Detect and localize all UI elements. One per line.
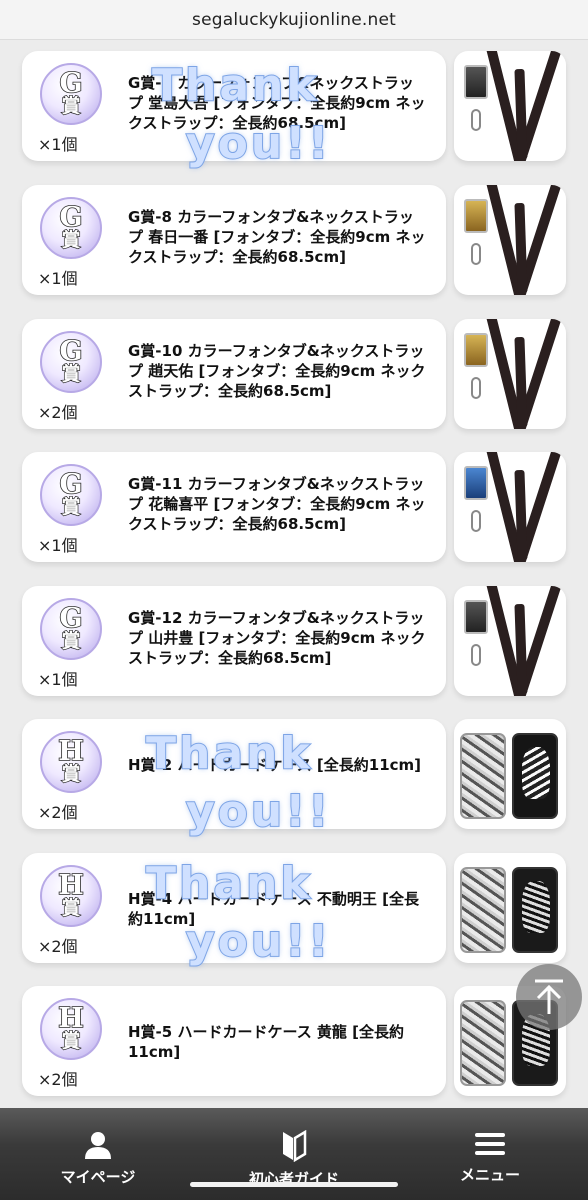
prize-title: G賞-12 カラーフォンタブ&ネックストラップ 山井豊 [フォンタブ：全長約9c…	[128, 609, 426, 667]
prize-card[interactable]: H 賞 ×2個 H賞-5 ハードカードケース 黄龍 [全長約11cm]	[22, 986, 446, 1096]
lanyard-image	[454, 51, 566, 161]
grade-suffix: 賞	[61, 763, 81, 785]
nav-label: マイページ	[60, 1168, 136, 1186]
nav-label: メニュー	[459, 1166, 520, 1184]
card-case-image	[460, 867, 506, 953]
list-item[interactable]: H 賞 ×2個 H賞-4 ハードカードケース 不動明王 [全長約11cm]	[22, 853, 566, 963]
prize-title: G賞-10 カラーフォンタブ&ネックストラップ 趙天佑 [フォンタブ：全長約9c…	[128, 342, 426, 400]
browser-url-bar[interactable]: segaluckykujionline.net	[0, 0, 588, 40]
prize-thumbnail[interactable]	[454, 586, 566, 696]
quantity: ×1個	[38, 670, 78, 689]
quantity: ×2個	[38, 937, 78, 956]
prize-title: H賞-5 ハードカードケース 黄龍 [全長約11cm]	[128, 1023, 404, 1061]
grade-letter: H	[57, 1003, 84, 1034]
list-item[interactable]: H 賞 ×2個 H賞-2 ハードカードケース [全長約11cm]	[22, 719, 566, 829]
lanyard-image	[454, 586, 566, 696]
prize-card[interactable]: H 賞 ×2個 H賞-2 ハードカードケース [全長約11cm]	[22, 719, 446, 829]
grade-letter: H	[57, 736, 84, 767]
list-item[interactable]: G 賞 ×1個 G賞-8 カラーフォンタブ&ネックストラップ 春日一番 [フォン…	[22, 185, 566, 295]
prize-title: G賞-4 カラーフォンタブ&ネックストラップ 堂島大吾 [フォンタブ：全長約9c…	[128, 74, 426, 132]
grade-suffix: 賞	[61, 496, 81, 518]
quantity: ×2個	[38, 403, 78, 422]
prize-card[interactable]: G 賞 ×1個 G賞-4 カラーフォンタブ&ネックストラップ 堂島大吾 [フォン…	[22, 51, 446, 161]
lanyard-image	[454, 319, 566, 429]
prize-thumbnail[interactable]	[454, 452, 566, 562]
list-item[interactable]: G 賞 ×1個 G賞-4 カラーフォンタブ&ネックストラップ 堂島大吾 [フォン…	[22, 51, 566, 161]
prize-card[interactable]: G 賞 ×2個 G賞-10 カラーフォンタブ&ネックストラップ 趙天佑 [フォン…	[22, 319, 446, 429]
prize-thumbnail[interactable]	[454, 319, 566, 429]
grade-letter: H	[57, 870, 84, 901]
beginner-mark-icon	[283, 1130, 307, 1162]
prize-title: H賞-4 ハードカードケース 不動明王 [全長約11cm]	[128, 890, 419, 928]
grade-badge: H 賞	[40, 731, 102, 793]
list-item[interactable]: G 賞 ×1個 G賞-12 カラーフォンタブ&ネックストラップ 山井豊 [フォン…	[22, 586, 566, 696]
scroll-to-top-button[interactable]	[516, 964, 582, 1030]
quantity: ×1個	[38, 269, 78, 288]
card-case-image	[460, 1000, 506, 1086]
grade-badge: G 賞	[40, 598, 102, 660]
hamburger-menu-icon	[475, 1133, 505, 1155]
nav-item-menu[interactable]: メニュー	[392, 1108, 588, 1200]
card-case-image	[460, 733, 506, 819]
list-item[interactable]: G 賞 ×1個 G賞-11 カラーフォンタブ&ネックストラップ 花輪喜平 [フォ…	[22, 452, 566, 562]
grade-letter: G	[59, 202, 84, 233]
grade-suffix: 賞	[61, 95, 81, 117]
grade-letter: G	[59, 469, 84, 500]
grade-letter: G	[59, 68, 84, 99]
grade-suffix: 賞	[61, 229, 81, 251]
grade-suffix: 賞	[61, 1030, 81, 1052]
grade-letter: G	[59, 603, 84, 634]
grade-suffix: 賞	[61, 897, 81, 919]
grade-badge: G 賞	[40, 464, 102, 526]
grade-suffix: 賞	[61, 363, 81, 385]
card-case-image	[512, 733, 558, 819]
card-case-image	[512, 867, 558, 953]
quantity: ×1個	[38, 135, 78, 154]
url-text: segaluckykujionline.net	[192, 9, 396, 30]
prize-title: G賞-8 カラーフォンタブ&ネックストラップ 春日一番 [フォンタブ：全長約9c…	[128, 208, 426, 266]
nav-item-mypage[interactable]: マイページ	[0, 1108, 196, 1200]
lanyard-image	[454, 452, 566, 562]
arrow-up-icon	[535, 979, 563, 1014]
grade-badge: G 賞	[40, 63, 102, 125]
prize-thumbnail[interactable]	[454, 719, 566, 829]
grade-letter: G	[59, 336, 84, 367]
prize-card[interactable]: G 賞 ×1個 G賞-12 カラーフォンタブ&ネックストラップ 山井豊 [フォン…	[22, 586, 446, 696]
lanyard-image	[454, 185, 566, 295]
quantity: ×2個	[38, 803, 78, 822]
prize-card[interactable]: H 賞 ×2個 H賞-4 ハードカードケース 不動明王 [全長約11cm]	[22, 853, 446, 963]
grade-badge: H 賞	[40, 865, 102, 927]
grade-suffix: 賞	[61, 630, 81, 652]
grade-badge: H 賞	[40, 998, 102, 1060]
prize-card[interactable]: G 賞 ×1個 G賞-11 カラーフォンタブ&ネックストラップ 花輪喜平 [フォ…	[22, 452, 446, 562]
person-icon	[85, 1132, 111, 1159]
prize-thumbnail[interactable]	[454, 853, 566, 963]
prize-card[interactable]: G 賞 ×1個 G賞-8 カラーフォンタブ&ネックストラップ 春日一番 [フォン…	[22, 185, 446, 295]
list-item[interactable]: H 賞 ×2個 H賞-5 ハードカードケース 黄龍 [全長約11cm]	[22, 986, 566, 1096]
prize-thumbnail[interactable]	[454, 51, 566, 161]
quantity: ×1個	[38, 536, 78, 555]
prize-thumbnail[interactable]	[454, 185, 566, 295]
quantity: ×2個	[38, 1070, 78, 1089]
prize-title: G賞-11 カラーフォンタブ&ネックストラップ 花輪喜平 [フォンタブ：全長約9…	[128, 475, 426, 533]
grade-badge: G 賞	[40, 197, 102, 259]
list-item[interactable]: G 賞 ×2個 G賞-10 カラーフォンタブ&ネックストラップ 趙天佑 [フォン…	[22, 319, 566, 429]
home-indicator[interactable]	[190, 1182, 398, 1187]
grade-badge: G 賞	[40, 331, 102, 393]
prize-title: H賞-2 ハードカードケース [全長約11cm]	[128, 756, 422, 774]
